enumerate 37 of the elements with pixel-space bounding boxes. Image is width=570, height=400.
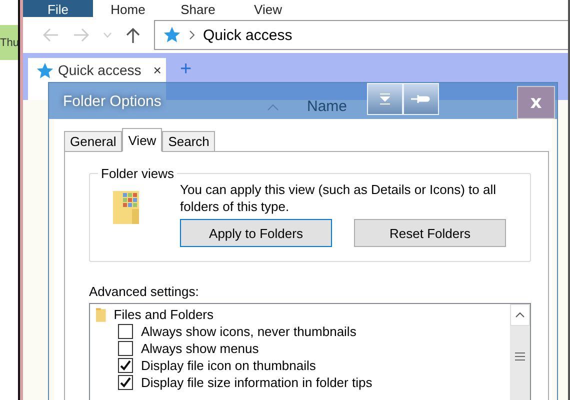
column-header[interactable]: Name	[307, 98, 348, 115]
address-bar[interactable]: Quick access	[154, 20, 568, 50]
setting-label: Always show menus	[141, 341, 259, 356]
folder-icon	[96, 308, 106, 322]
tab[interactable]: Search	[162, 131, 216, 151]
tab[interactable]: General	[64, 131, 122, 151]
folder-icon	[112, 189, 142, 225]
section-label: Advanced settings:	[89, 284, 200, 299]
group-label: Folder views	[100, 166, 175, 181]
star-icon	[163, 26, 181, 44]
setting-label: Display file icon on thumbnails	[141, 358, 316, 373]
setting-label: Files and Folders	[114, 307, 214, 322]
tab-close[interactable]: ×	[153, 62, 162, 78]
check-icon	[120, 360, 131, 371]
checkbox[interactable]	[118, 375, 133, 390]
up-arrow-icon[interactable]	[126, 27, 140, 43]
minimize-to-tray-button[interactable]	[367, 83, 403, 115]
checkbox[interactable]	[118, 324, 133, 339]
setting-label: Always show icons, never thumbnails	[141, 324, 356, 339]
sort-up-icon	[267, 103, 279, 111]
folder-button[interactable]: Apply to Folders	[180, 219, 332, 247]
check-icon	[120, 377, 131, 388]
pin-button[interactable]	[403, 83, 439, 115]
setting-label: Display file size information in folder tips	[141, 375, 372, 390]
scrollbar[interactable]	[510, 304, 530, 400]
tab[interactable]: View	[122, 128, 162, 152]
description-text: You can apply this view (such as Details or Icons) to all folders of this type.	[180, 181, 498, 215]
caret-down-icon	[379, 93, 391, 105]
folder-button[interactable]: Reset Folders	[354, 219, 506, 247]
star-icon	[36, 62, 54, 80]
pin-icon	[410, 93, 432, 105]
checkbox[interactable]	[118, 358, 133, 373]
chevron-icon	[189, 30, 195, 40]
ribbon-tab[interactable]: File	[23, 0, 93, 17]
checkbox[interactable]	[118, 341, 133, 356]
scroll-up-icon[interactable]	[515, 312, 525, 318]
grip-icon	[515, 352, 525, 361]
